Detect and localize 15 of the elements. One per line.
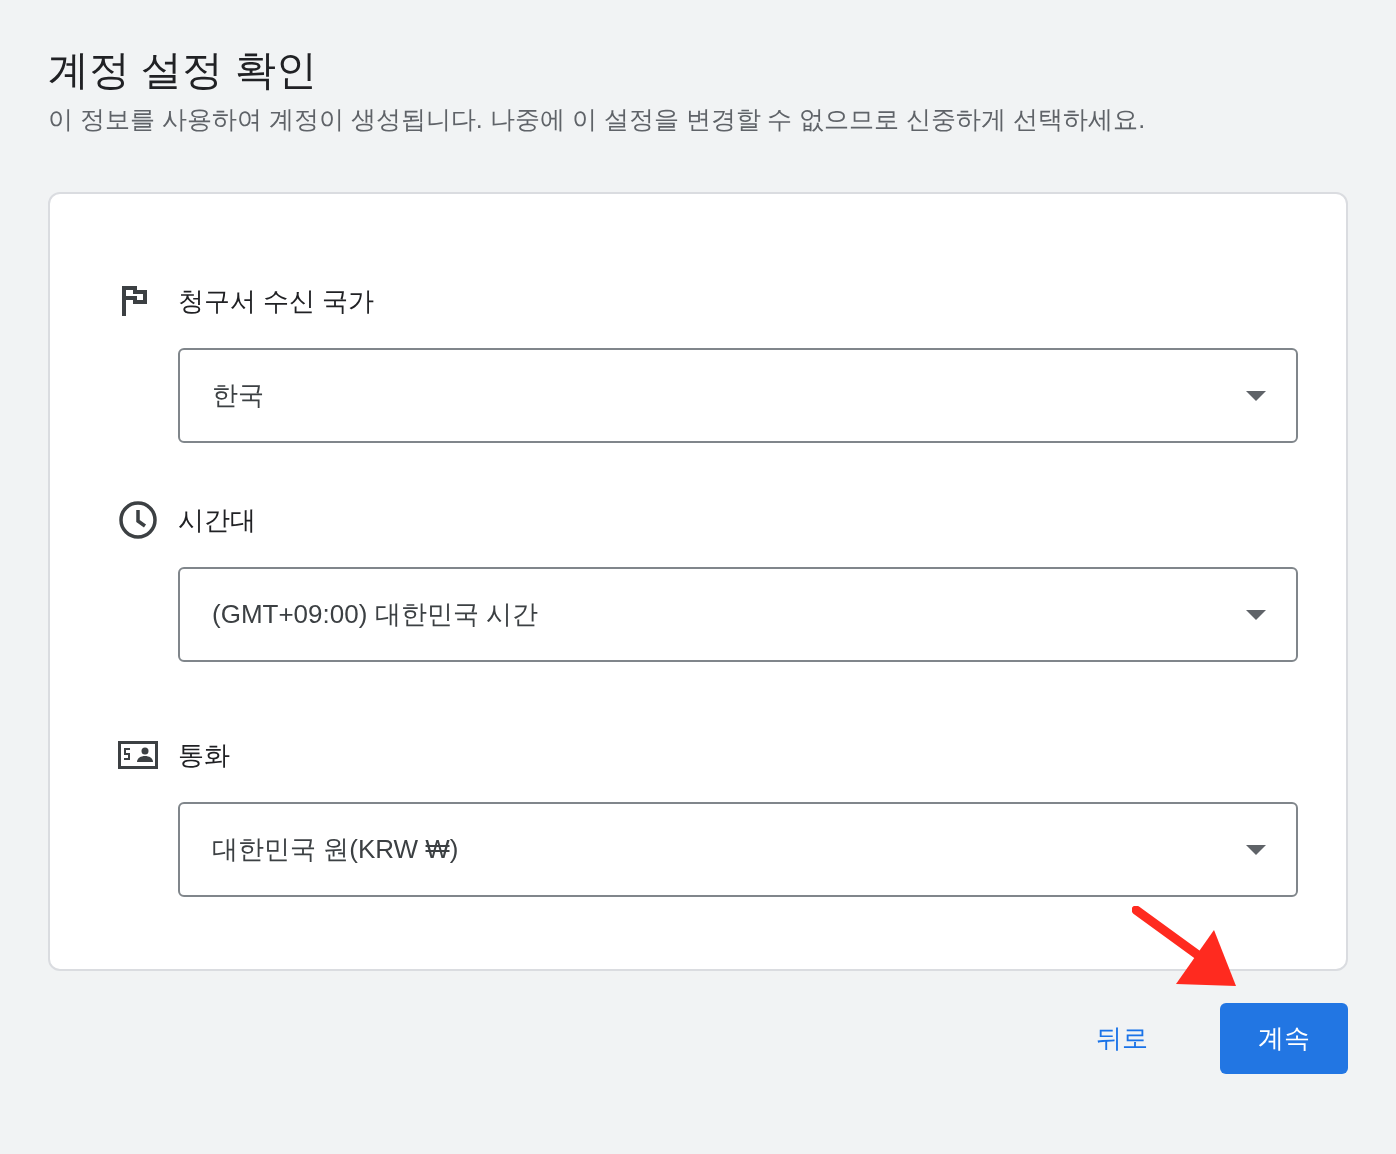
dropdown-field[interactable]: 대한민국 원(KRW ₩) — [178, 802, 1298, 897]
clock-icon — [118, 500, 158, 540]
banknote-icon — [118, 741, 158, 769]
field-label: 청구서 수신 국가 — [178, 284, 375, 318]
page-title: 계정 설정 확인 — [48, 46, 318, 95]
field-label: 통화 — [178, 738, 230, 772]
dropdown-caret-icon — [1246, 390, 1266, 401]
field-label: 시간대 — [178, 503, 256, 537]
dropdown-field[interactable]: 한국 — [178, 348, 1298, 443]
back-button[interactable]: 뒤로 — [1076, 1003, 1168, 1074]
page-description: 이 정보를 사용하여 계정이 생성됩니다. 나중에 이 설정을 변경할 수 없으므로 신중하게 선택하세요. — [48, 104, 1147, 135]
dropdown-caret-icon — [1246, 844, 1266, 855]
dropdown-caret-icon — [1246, 609, 1266, 620]
dropdown-field[interactable]: (GMT+09:00) 대한민국 시간 — [178, 567, 1298, 662]
continue-button[interactable]: 계속 — [1220, 1003, 1348, 1074]
